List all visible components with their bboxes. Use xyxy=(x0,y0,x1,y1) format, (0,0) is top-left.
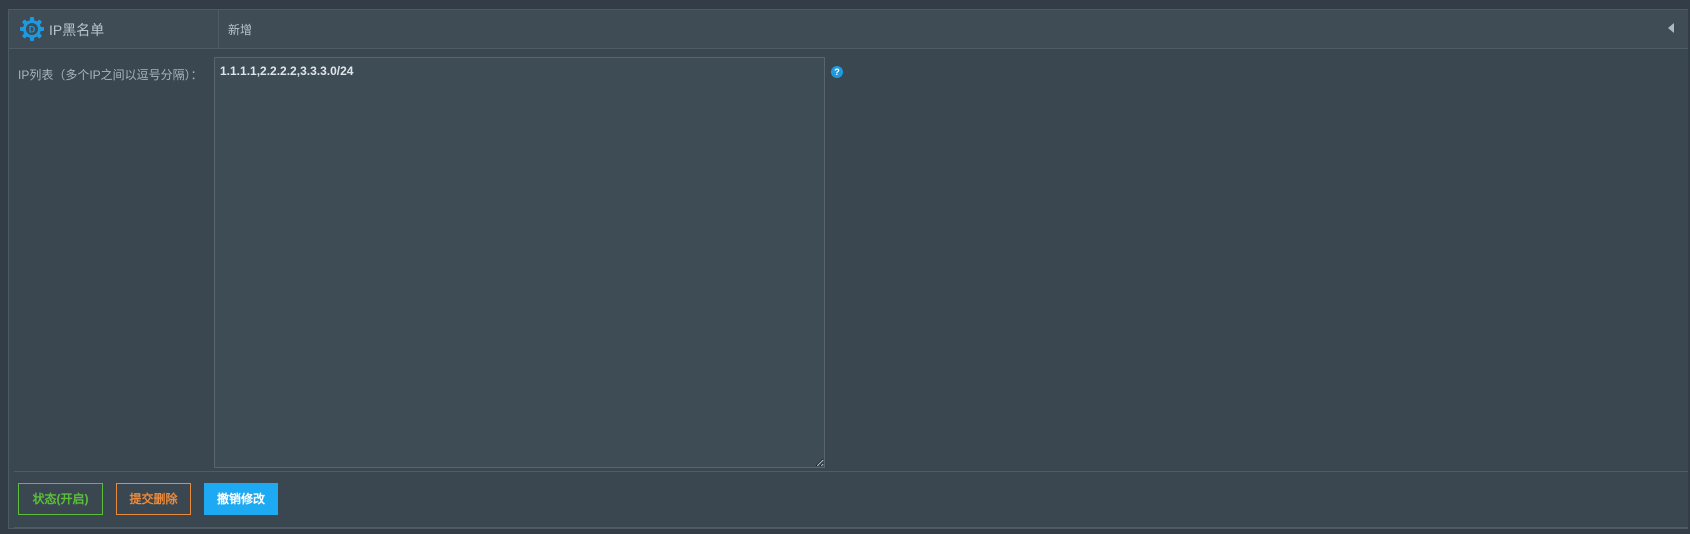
page-title: IP黑名单 xyxy=(49,22,105,38)
question-circle-icon[interactable]: ? xyxy=(831,66,843,78)
blacklist-panel: D IP黑名单 新增 IP列表（多个IP之间以逗号分隔）： 1.1.1.1,2.… xyxy=(8,9,1688,529)
panel-header: D IP黑名单 新增 xyxy=(9,10,1688,49)
revert-changes-button[interactable]: 撤销修改 xyxy=(204,483,278,515)
ip-list-label: IP列表（多个IP之间以逗号分隔）： xyxy=(18,68,203,82)
caret-left-icon[interactable] xyxy=(1668,23,1674,33)
ip-list-textarea[interactable]: 1.1.1.1,2.2.2.2,3.3.3.0/24 xyxy=(214,57,825,468)
svg-text:D: D xyxy=(29,25,36,35)
side-panel-handle[interactable] xyxy=(0,125,3,151)
status-toggle-button[interactable]: 状态(开启) xyxy=(18,483,103,515)
brand: D IP黑名单 xyxy=(9,10,219,48)
footer-divider xyxy=(14,471,1688,472)
tab-new[interactable]: 新增 xyxy=(228,21,252,38)
bottom-border xyxy=(14,527,1688,528)
gear-logo-icon: D xyxy=(20,17,44,41)
submit-delete-button[interactable]: 提交删除 xyxy=(116,483,191,515)
